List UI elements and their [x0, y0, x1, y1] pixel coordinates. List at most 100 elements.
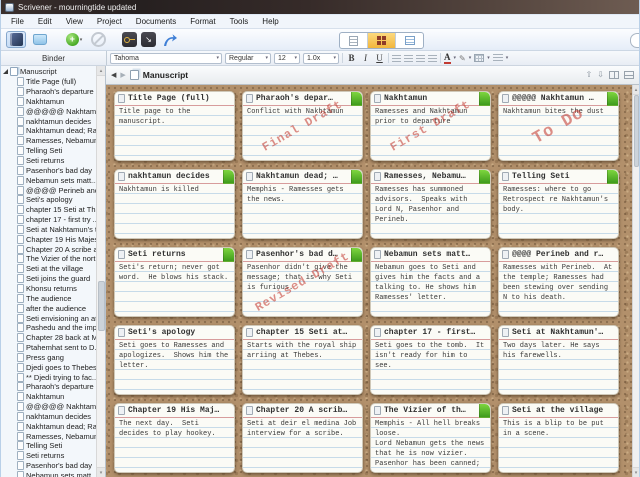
add-dropdown-icon[interactable]: ▾: [80, 37, 83, 43]
chevron-down-icon[interactable]: ▾: [506, 55, 509, 61]
binder-item[interactable]: Djedi goes to Thebes...: [1, 362, 96, 372]
binder-toggle-button[interactable]: [6, 31, 26, 48]
menu-item[interactable]: Help: [255, 17, 285, 26]
align-left-button[interactable]: [392, 54, 401, 62]
menu-item[interactable]: Format: [183, 17, 222, 26]
binder-item[interactable]: Nakhtamun dead; Ra...: [1, 421, 96, 431]
binder-item[interactable]: Nakhtamun: [1, 392, 96, 402]
binder-item-manuscript[interactable]: Manuscript: [1, 67, 96, 77]
menu-item[interactable]: Tools: [223, 17, 256, 26]
scroll-up-icon[interactable]: ▴: [97, 66, 105, 76]
chevron-down-icon[interactable]: ▾: [487, 55, 490, 61]
index-card[interactable]: Chapter 19 His Maj… The next day. Seti d…: [114, 403, 235, 473]
index-card[interactable]: Pharaoh's depar… Final Draft Conflict wi…: [242, 91, 363, 161]
binder-item[interactable]: Ramesses, Nebamun...: [1, 431, 96, 441]
font-size-select[interactable]: 12 ▾: [274, 52, 300, 64]
index-card[interactable]: @@@@ Perineb and r… Ramesses with Perine…: [498, 247, 619, 317]
previous-document-button[interactable]: ⇧: [586, 71, 593, 79]
binder-item[interactable]: Seti returns: [1, 156, 96, 166]
binder-scrollbar[interactable]: ▴ ▾: [96, 66, 105, 477]
menu-item[interactable]: File: [4, 17, 31, 26]
align-right-button[interactable]: [416, 54, 425, 62]
chevron-down-icon[interactable]: ▾: [469, 55, 472, 61]
index-card[interactable]: Title Page (full) Title page to the manu…: [114, 91, 235, 161]
index-card[interactable]: nakhtamun decides Nakhtamun is killed: [114, 169, 235, 239]
scroll-up-icon[interactable]: ▴: [633, 85, 639, 95]
binder-item[interactable]: Press gang: [1, 352, 96, 362]
binder-item[interactable]: Telling Seti: [1, 441, 96, 451]
menu-item[interactable]: Project: [90, 17, 129, 26]
binder-item[interactable]: Title Page (full): [1, 77, 96, 87]
binder-item[interactable]: Telling Seti: [1, 146, 96, 156]
font-family-select[interactable]: Tahoma ▾: [110, 52, 222, 64]
binder-item[interactable]: Pasenhor's bad day: [1, 165, 96, 175]
binder-item[interactable]: Seti's apology: [1, 195, 96, 205]
index-card[interactable]: @@@@@ Nakhtamun … To Do Nakhtamun bites …: [498, 91, 619, 161]
binder-item[interactable]: Ptahemhat sent to D...: [1, 343, 96, 353]
index-card[interactable]: Seti returns Seti's return; never got wo…: [114, 247, 235, 317]
scroll-down-icon[interactable]: ▾: [633, 467, 639, 477]
index-card[interactable]: Ramesses, Nebamu… Ramesses has summoned …: [370, 169, 491, 239]
text-color-button[interactable]: A: [444, 52, 451, 64]
table-button[interactable]: [474, 54, 485, 62]
binder-item[interactable]: Khonsu returns: [1, 283, 96, 294]
index-card[interactable]: chapter 15 Seti at… Starts with the roya…: [242, 325, 363, 395]
binder-item[interactable]: after the audience: [1, 303, 96, 313]
binder-item[interactable]: Chapter 28 back at M...: [1, 333, 96, 343]
view-mode-document[interactable]: [340, 33, 367, 48]
binder-item[interactable]: Nebamun sets matt...: [1, 471, 96, 477]
highlight-button[interactable]: ✎: [459, 54, 466, 63]
scroll-down-icon[interactable]: ▾: [97, 467, 105, 477]
binder-item[interactable]: Pharaoh's departure ...: [1, 382, 96, 392]
chevron-down-icon[interactable]: ▾: [454, 55, 457, 61]
corkboard-scrollbar[interactable]: ▴ ▾: [632, 85, 639, 477]
index-card[interactable]: Nakhtamun dead; … Memphis - Ramesses get…: [242, 169, 363, 239]
index-card[interactable]: Nakhtamun First Draft Ramesses and Nakht…: [370, 91, 491, 161]
binder-item[interactable]: Seti at the village: [1, 264, 96, 274]
index-card[interactable]: Pasenhor's bad d… Revised Draft Pasenhor…: [242, 247, 363, 317]
binder-item[interactable]: Nakhtamun: [1, 96, 96, 107]
align-center-button[interactable]: [404, 54, 413, 62]
binder-item[interactable]: @@@@@ Nakhtam...: [1, 106, 96, 116]
index-card[interactable]: The Vizier of th… Memphis - All hell bre…: [370, 403, 491, 473]
index-card[interactable]: Seti's apology Seti goes to Ramesses and…: [114, 325, 235, 395]
index-card[interactable]: Telling Seti Ramesses: where to go Retro…: [498, 169, 619, 239]
menu-item[interactable]: Documents: [129, 17, 183, 26]
menu-item[interactable]: Edit: [31, 17, 59, 26]
binder-item[interactable]: Ramesses, Nebamun...: [1, 136, 96, 146]
binder-item[interactable]: Seti returns: [1, 451, 96, 461]
bold-button[interactable]: B: [346, 53, 357, 63]
corkboard-scroll-thumb[interactable]: [633, 95, 639, 167]
menu-item[interactable]: View: [59, 17, 90, 26]
binder-item[interactable]: Seti envisioning an at...: [1, 313, 96, 323]
binder-item[interactable]: Chapter 20 A scribe a...: [1, 244, 96, 254]
binder-item[interactable]: nakhtamun decides: [1, 411, 96, 422]
next-document-button[interactable]: ⇩: [597, 71, 604, 79]
split-horizontal-icon[interactable]: [624, 71, 634, 79]
index-card[interactable]: Chapter 20 A scrib… Seti at deir el medi…: [242, 403, 363, 473]
back-button[interactable]: ◀: [111, 72, 116, 79]
binder-item[interactable]: Chapter 19 His Majes...: [1, 234, 96, 244]
binder-item[interactable]: nakhtamun decides: [1, 116, 96, 126]
search-field-partial[interactable]: [630, 33, 639, 48]
font-style-select[interactable]: Regular ▾: [225, 52, 271, 64]
line-spacing-select[interactable]: 1.0x ▾: [303, 52, 339, 64]
binder-item[interactable]: ** Djedi trying to fac...: [1, 372, 96, 382]
binder-scroll-thumb[interactable]: [97, 281, 105, 331]
no-style-button[interactable]: [88, 31, 108, 48]
fullscreen-button[interactable]: ↘: [141, 32, 156, 47]
view-mode-corkboard[interactable]: [367, 33, 395, 48]
binder-item[interactable]: chapter 15 Seti at Th...: [1, 205, 96, 215]
collections-button[interactable]: [30, 31, 50, 48]
underline-button[interactable]: U: [374, 53, 385, 63]
binder-item[interactable]: @@@@@ Nakhtam...: [1, 402, 96, 412]
list-button[interactable]: [492, 54, 503, 62]
binder-item[interactable]: Seti joins the guard: [1, 274, 96, 284]
align-justify-button[interactable]: [428, 54, 437, 62]
binder-item[interactable]: Pasenhor's bad day: [1, 461, 96, 471]
binder-item[interactable]: @@@@ Perineb and ...: [1, 185, 96, 195]
binder-item[interactable]: Pashedu and the imp...: [1, 323, 96, 333]
index-card[interactable]: Seti at the village This is a blip to be…: [498, 403, 619, 473]
keywords-button[interactable]: [122, 32, 137, 47]
compose-button[interactable]: [160, 31, 180, 48]
